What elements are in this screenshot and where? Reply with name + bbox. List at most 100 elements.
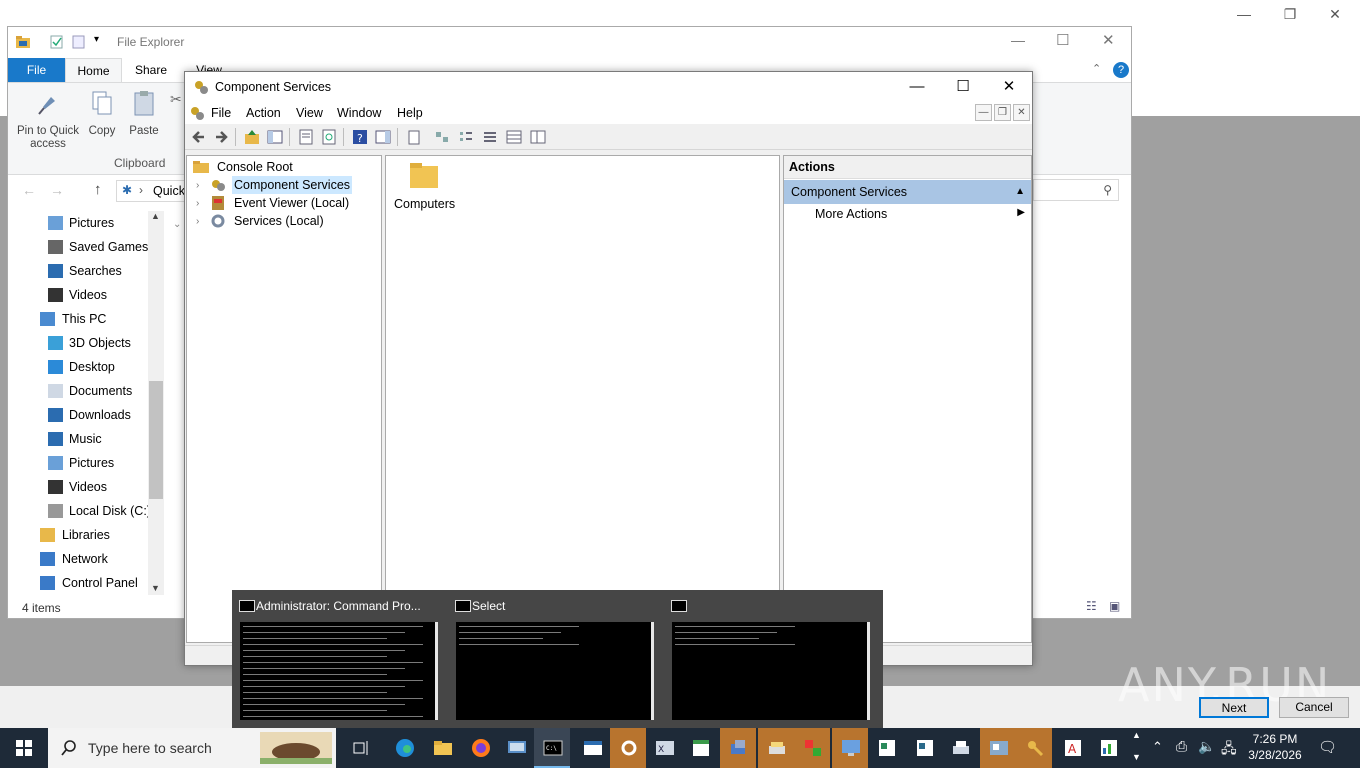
actions-section-component-services[interactable]: Component Services ▲ xyxy=(784,180,1031,204)
more-actions-item[interactable]: More Actions ▶ xyxy=(815,207,1025,221)
expand-chevron-icon[interactable]: › xyxy=(196,198,199,209)
file-explorer-button[interactable] xyxy=(424,728,460,768)
background-restore-button[interactable]: ❐ xyxy=(1280,6,1300,24)
refresh-icon[interactable] xyxy=(320,128,338,146)
taskbar-search-box[interactable]: Type here to search xyxy=(48,728,336,768)
large-icons-view-icon[interactable]: ▣ xyxy=(1109,599,1120,613)
small-icons-icon[interactable] xyxy=(457,128,475,146)
tab-share[interactable]: Share xyxy=(126,58,176,82)
printer-app-button[interactable] xyxy=(942,728,978,768)
scroll-down-icon[interactable]: ▼ xyxy=(151,583,160,593)
task-view-button[interactable] xyxy=(342,728,378,768)
notifications-icon[interactable]: 🗨 xyxy=(1318,738,1337,768)
view-icon[interactable] xyxy=(529,128,547,146)
tab-home[interactable]: Home xyxy=(65,58,122,82)
child-restore-button[interactable]: ❐ xyxy=(994,104,1011,121)
edge-button[interactable] xyxy=(386,728,422,768)
next-button[interactable]: Next xyxy=(1199,697,1269,718)
pin-to-quick-access-button[interactable]: Pin to Quick access xyxy=(16,89,80,151)
menu-view[interactable]: View xyxy=(296,106,323,120)
copy-button[interactable]: Copy xyxy=(86,89,118,138)
minimize-button[interactable]: — xyxy=(1011,32,1025,48)
console-window-icon[interactable] xyxy=(189,105,205,121)
computers-folder[interactable]: Computers xyxy=(394,160,455,211)
close-button[interactable]: ✕ xyxy=(986,72,1032,102)
scanner-app-button[interactable] xyxy=(758,728,794,768)
meet-now-icon[interactable]: ⎙ xyxy=(1176,738,1187,768)
back-arrow-icon[interactable] xyxy=(190,128,208,146)
child-close-button[interactable]: ✕ xyxy=(1013,104,1030,121)
customize-toolbar-icon[interactable]: ▾ xyxy=(94,34,99,45)
settings-button[interactable] xyxy=(610,728,646,768)
help-icon[interactable]: ? xyxy=(351,128,369,146)
collapse-arrow-icon[interactable]: ▲ xyxy=(1015,180,1025,204)
scroll-up-icon[interactable]: ▲ xyxy=(1132,730,1141,740)
show-hide-action-pane-icon[interactable] xyxy=(374,128,392,146)
back-arrow-icon[interactable]: ← xyxy=(22,182,36,198)
show-hidden-icons-icon[interactable]: ⌃ xyxy=(1152,739,1163,768)
maximize-button[interactable]: ☐ xyxy=(1056,31,1069,49)
background-close-button[interactable]: ✕ xyxy=(1325,6,1345,24)
firefox-button[interactable] xyxy=(462,728,498,768)
details-view-icon[interactable]: ☷ xyxy=(1086,599,1097,613)
properties-icon[interactable] xyxy=(50,35,64,49)
close-button[interactable]: ✕ xyxy=(1102,31,1115,49)
forward-arrow-icon[interactable]: → xyxy=(50,182,64,198)
taskbar-scroll[interactable]: ▲ ▼ xyxy=(1128,728,1146,768)
control-panel-app-button[interactable] xyxy=(980,728,1016,768)
report-app-button[interactable] xyxy=(906,728,942,768)
form-app-button[interactable] xyxy=(868,728,904,768)
list-view-icon[interactable] xyxy=(481,128,499,146)
tab-file[interactable]: File xyxy=(8,58,65,82)
navigation-scrollbar[interactable]: ▲ ▼ xyxy=(148,211,164,595)
network-settings-button[interactable] xyxy=(720,728,756,768)
scroll-up-icon[interactable]: ▲ xyxy=(151,211,160,221)
clock[interactable]: 7:26 PM 3/28/2026 xyxy=(1238,731,1312,763)
scrollbar-thumb[interactable] xyxy=(149,381,163,499)
menu-help[interactable]: Help xyxy=(397,106,423,120)
scroll-down-icon[interactable]: ▼ xyxy=(1132,752,1141,762)
keys-app-button[interactable] xyxy=(1016,728,1052,768)
up-one-level-icon[interactable] xyxy=(243,128,261,146)
preview-window-2[interactable]: Select xyxy=(448,590,664,728)
cancel-button[interactable]: Cancel xyxy=(1279,697,1349,718)
expand-chevron-icon[interactable]: ⌄ xyxy=(173,219,181,230)
display-app-button[interactable] xyxy=(832,728,868,768)
menu-window[interactable]: Window xyxy=(337,106,381,120)
network-icon[interactable]: 🖧 xyxy=(1221,738,1237,768)
new-folder-icon[interactable] xyxy=(72,35,86,49)
document-app-button[interactable] xyxy=(682,728,718,768)
app-window-button[interactable] xyxy=(574,728,610,768)
cut-icon[interactable]: ✂ xyxy=(170,91,182,108)
minimize-button[interactable]: — xyxy=(894,72,940,102)
menu-action[interactable]: Action xyxy=(246,106,281,120)
background-minimize-button[interactable]: — xyxy=(1234,6,1254,24)
search-box[interactable]: ⚲ xyxy=(1033,179,1119,201)
paste-button[interactable]: Paste xyxy=(128,89,160,138)
new-window-icon[interactable] xyxy=(405,128,423,146)
maximize-button[interactable]: ☐ xyxy=(940,72,986,102)
network-app-button[interactable] xyxy=(498,728,534,768)
large-icons-icon[interactable] xyxy=(433,128,451,146)
collapse-ribbon-icon[interactable]: ⌃ xyxy=(1092,62,1101,75)
preview-window-3[interactable] xyxy=(664,590,880,728)
preview-window-1[interactable]: Administrator: Command Pro... xyxy=(232,590,448,728)
menu-file[interactable]: File xyxy=(211,106,231,120)
puzzle-app-button[interactable] xyxy=(794,728,830,768)
font-app-button[interactable]: A xyxy=(1054,728,1090,768)
expand-chevron-icon[interactable]: › xyxy=(196,180,199,191)
start-button[interactable] xyxy=(0,728,48,768)
up-arrow-icon[interactable]: ↑ xyxy=(94,181,102,198)
nav-item-label: 3D Objects xyxy=(69,336,131,350)
help-icon[interactable]: ? xyxy=(1113,62,1129,78)
chart-app-button[interactable] xyxy=(1090,728,1126,768)
properties-icon[interactable] xyxy=(297,128,315,146)
command-prompt-button[interactable]: C:\ xyxy=(534,728,570,768)
show-hide-console-tree-icon[interactable] xyxy=(266,128,284,146)
volume-icon[interactable]: 🔈 xyxy=(1198,738,1215,768)
forward-arrow-icon[interactable] xyxy=(212,128,230,146)
child-minimize-button[interactable]: — xyxy=(975,104,992,121)
xml-tool-button[interactable]: X xyxy=(646,728,682,768)
detail-view-icon[interactable] xyxy=(505,128,523,146)
expand-chevron-icon[interactable]: › xyxy=(196,216,199,227)
